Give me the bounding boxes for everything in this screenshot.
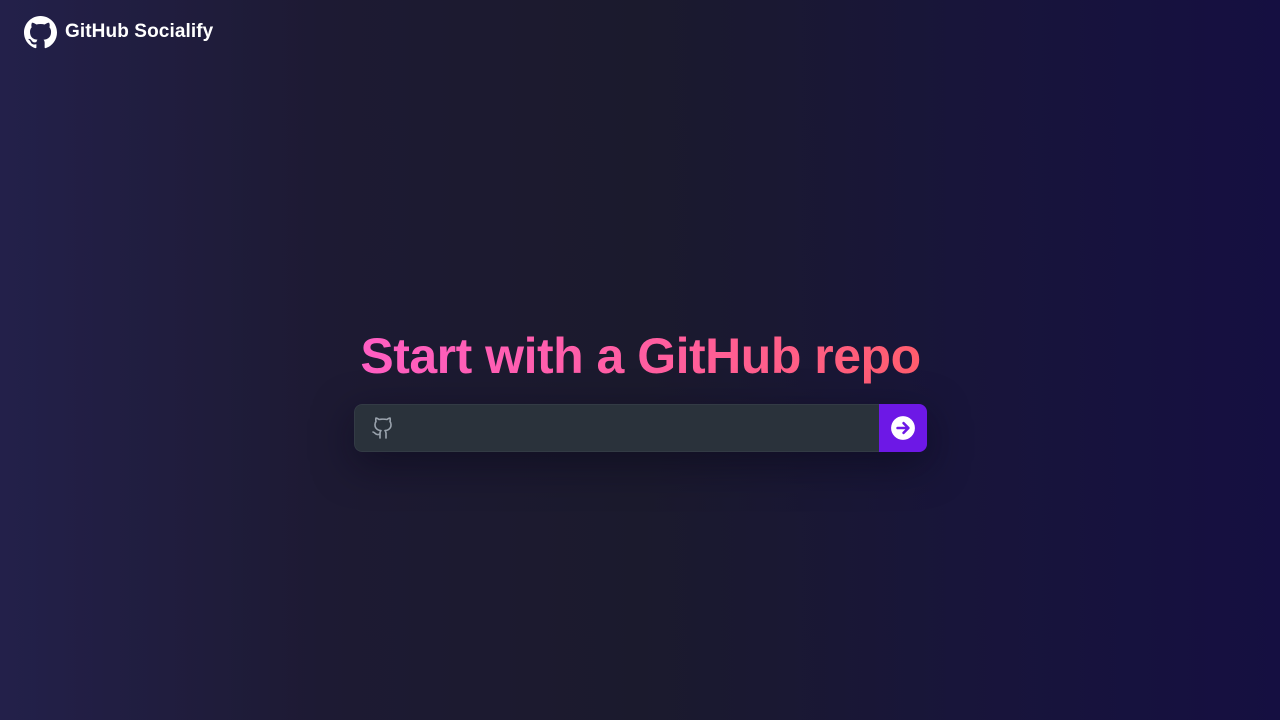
submit-button[interactable] — [879, 404, 927, 452]
repo-input-wrapper — [354, 404, 879, 452]
repo-search-form — [354, 404, 927, 452]
repo-search-input[interactable] — [395, 405, 879, 451]
brand-title[interactable]: GitHub Socialify — [65, 21, 213, 43]
page-title: Start with a GitHub repo — [354, 328, 927, 384]
github-icon[interactable] — [24, 15, 57, 49]
app-header: GitHub Socialify — [24, 15, 213, 49]
github-outline-icon — [372, 417, 392, 439]
hero-section: Start with a GitHub repo — [354, 328, 927, 452]
arrow-right-circle-icon — [891, 416, 915, 440]
